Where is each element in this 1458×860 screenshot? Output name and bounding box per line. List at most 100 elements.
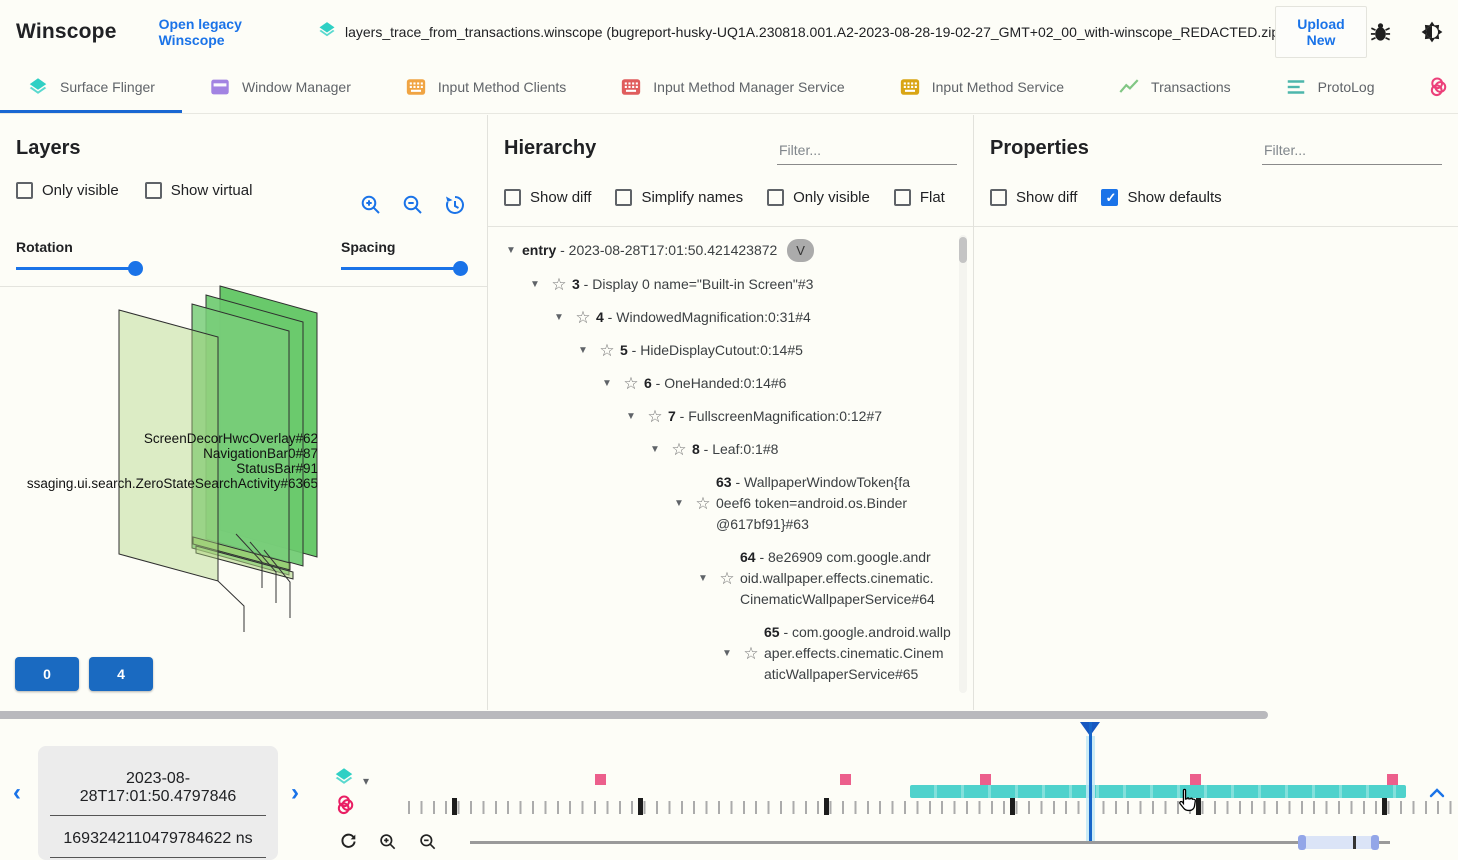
display-button-0[interactable]: 0 [15, 657, 79, 691]
tree-node[interactable]: ▼☆64 - 8e26909 com.google.android.wallpa… [496, 541, 951, 616]
only-visible-checkbox[interactable]: Only visible [767, 189, 870, 206]
zoom-range-handle-right[interactable] [1371, 835, 1379, 850]
star-icon[interactable]: ☆ [666, 440, 692, 460]
zoom-out-icon[interactable] [401, 193, 425, 217]
layer-label[interactable]: ssaging.ui.search.ZeroStateSearchActivit… [14, 476, 318, 491]
tab-window-manager[interactable]: Window Manager [182, 64, 378, 113]
tree-node[interactable]: ▼☆3 - Display 0 name="Built-in Screen"#3 [496, 268, 951, 301]
transition-marker[interactable] [1190, 774, 1201, 785]
properties-filter-input[interactable] [1262, 139, 1442, 165]
tab-label: ProtoLog [1318, 79, 1375, 95]
star-icon[interactable]: ☆ [690, 494, 716, 514]
checkbox-box[interactable] [16, 182, 33, 199]
star-icon[interactable]: ☆ [714, 569, 740, 589]
expand-arrow-icon[interactable]: ▼ [668, 498, 690, 509]
layer-label[interactable]: ScreenDecorHwcOverlay#62 [14, 431, 318, 446]
surface-flinger-trace-icon[interactable] [333, 766, 355, 793]
checkbox-box[interactable] [1101, 189, 1118, 206]
transition-marker[interactable] [840, 774, 851, 785]
checkbox-box[interactable] [767, 189, 784, 206]
checkbox-box[interactable] [894, 189, 911, 206]
expand-arrow-icon[interactable]: ▼ [500, 245, 522, 256]
tab-input-method-manager-service[interactable]: Input Method Manager Service [593, 64, 871, 113]
star-icon[interactable]: ☆ [738, 644, 764, 664]
expand-arrow-icon[interactable]: ▼ [716, 648, 738, 659]
zoom-in-icon[interactable] [359, 193, 383, 217]
tree-node[interactable]: ▼☆7 - FullscreenMagnification:0:12#7 [496, 400, 951, 433]
zoom-range-handle-left[interactable] [1298, 835, 1306, 850]
show-virtual-checkbox[interactable]: Show virtual [145, 182, 253, 199]
expand-arrow-icon[interactable]: ▼ [644, 444, 666, 455]
timestamp-human-field[interactable]: 2023-08-28T17:01:50.4797846 [50, 756, 266, 816]
tree-node[interactable]: ▼☆65 - com.google.android.wallpaper.effe… [496, 616, 951, 691]
zoom-range-selection[interactable] [1300, 836, 1377, 849]
refresh-zoom-icon[interactable] [338, 831, 359, 857]
rotation-slider[interactable]: Rotation [16, 239, 146, 270]
reset-view-icon[interactable] [443, 193, 467, 217]
tree-node[interactable]: ▼☆63 - WallpaperWindowToken{fa0eef6 toke… [496, 466, 951, 541]
spacing-slider[interactable]: Spacing [341, 239, 471, 270]
tab-input-method-service[interactable]: Input Method Service [872, 64, 1091, 113]
layer-label[interactable]: NavigationBar0#87 [14, 446, 318, 461]
tree-node[interactable]: ▼☆6 - OneHanded:0:14#6 [496, 367, 951, 400]
upload-new-button[interactable]: Upload New [1275, 6, 1367, 58]
checkbox-box[interactable] [145, 182, 162, 199]
flat-checkbox[interactable]: Flat [894, 189, 945, 206]
tree-node-label: 7 - FullscreenMagnification:0:12#7 [668, 406, 882, 427]
expand-arrow-icon[interactable]: ▼ [524, 279, 546, 290]
expand-arrow-icon[interactable]: ▼ [572, 345, 594, 356]
hierarchy-filter-input[interactable] [777, 139, 957, 165]
expand-arrow-icon[interactable]: ▼ [620, 411, 642, 422]
timeline-cursor-line[interactable] [1089, 722, 1092, 844]
hierarchy-scrollbar[interactable] [959, 235, 967, 693]
tab-transitions[interactable]: Transitions [1401, 64, 1458, 113]
tab-input-method-clients[interactable]: Input Method Clients [378, 64, 593, 113]
star-icon[interactable]: ☆ [642, 407, 668, 427]
dark-mode-toggle-icon[interactable] [1420, 20, 1444, 44]
expand-arrow-icon[interactable]: ▼ [692, 573, 714, 584]
timeline-zoom-out-icon[interactable] [418, 832, 438, 857]
surface-flinger-trace-blocks[interactable] [910, 785, 1406, 798]
show-diff-checkbox[interactable]: Show diff [504, 189, 591, 206]
display-button-4[interactable]: 4 [89, 657, 153, 691]
horizontal-scrollbar[interactable] [0, 711, 1268, 719]
checkbox-box[interactable] [615, 189, 632, 206]
tab-protolog[interactable]: ProtoLog [1258, 64, 1402, 113]
tree-node[interactable]: ▼☆4 - WindowedMagnification:0:31#4 [496, 301, 951, 334]
tree-node[interactable]: ▼☆5 - HideDisplayCutout:0:14#5 [496, 334, 951, 367]
tab-transactions[interactable]: Transactions [1091, 64, 1258, 113]
properties-panel: Properties Show diff Show defaults [973, 115, 1458, 710]
collapse-timeline-icon[interactable] [1428, 786, 1446, 804]
checkbox-box[interactable] [990, 189, 1007, 206]
star-icon[interactable]: ☆ [570, 308, 596, 328]
transition-marker[interactable] [980, 774, 991, 785]
star-icon[interactable]: ☆ [546, 275, 572, 295]
star-icon[interactable]: ☆ [618, 374, 644, 394]
open-legacy-link[interactable]: Open legacy Winscope [159, 16, 281, 48]
timestamp-ns-field[interactable]: 1693242110479784622 ns [50, 816, 266, 858]
tab-surface-flinger[interactable]: Surface Flinger [0, 64, 182, 113]
tree-node[interactable]: ▼entry - 2023-08-28T17:01:50.421423872 V [496, 233, 951, 268]
layer-label[interactable]: StatusBar#91 [14, 461, 318, 476]
expand-arrow-icon[interactable]: ▼ [596, 378, 618, 389]
checkbox-box[interactable] [504, 189, 521, 206]
transition-marker[interactable] [595, 774, 606, 785]
star-icon[interactable]: ☆ [594, 341, 620, 361]
bug-report-icon[interactable] [1369, 21, 1392, 44]
chevron-down-icon[interactable]: ▾ [363, 774, 369, 788]
prev-entry-arrow[interactable]: ‹ [13, 782, 21, 804]
expand-arrow-icon[interactable]: ▼ [548, 312, 570, 323]
scrollbar-thumb[interactable] [959, 237, 967, 263]
transition-marker[interactable] [1387, 774, 1398, 785]
show-defaults-checkbox[interactable]: Show defaults [1101, 189, 1221, 206]
timeline-zoom-in-icon[interactable] [378, 832, 398, 857]
layers-3d-view[interactable] [0, 272, 487, 710]
zoom-range-track[interactable] [470, 841, 1390, 844]
transitions-trace-icon[interactable] [335, 794, 357, 821]
tree-node[interactable]: ▼☆8 - Leaf:0:1#8 [496, 433, 951, 466]
tab-label: Surface Flinger [60, 79, 155, 95]
simplify-names-checkbox[interactable]: Simplify names [615, 189, 743, 206]
show-diff-checkbox[interactable]: Show diff [990, 189, 1077, 206]
only-visible-checkbox[interactable]: Only visible [16, 182, 119, 199]
next-entry-arrow[interactable]: › [291, 782, 299, 804]
